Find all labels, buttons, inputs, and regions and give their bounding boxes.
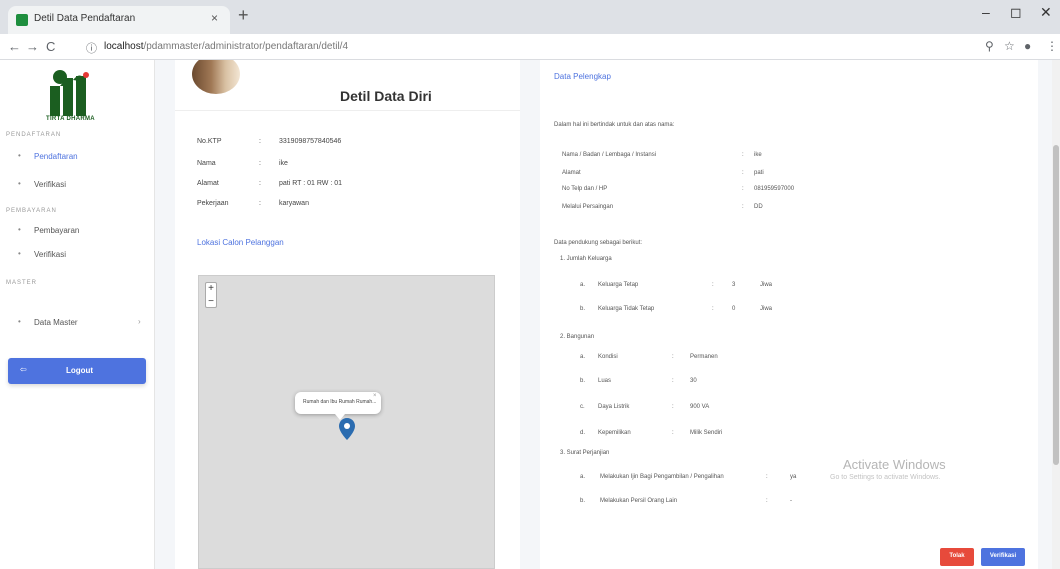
identity-row: Nama / Badan / Lembaga / Instansi: ike [562,152,762,158]
tab-close-icon[interactable]: × [211,11,218,25]
bullet-icon: • [18,225,21,234]
popup-close-icon[interactable]: × [373,393,377,399]
identity-row: Alamat: pati [562,170,764,176]
sidebar-heading-pembayaran: PEMBAYARAN [6,208,57,214]
browser-tab[interactable]: Detil Data Pendaftaran × [8,6,230,34]
section-family: 1. Jumlah Keluarga [560,256,612,262]
map-popup: Rumah dan Ibu Rumah Rumah... × [295,392,381,414]
bullet-icon: • [18,317,21,326]
browser-tab-bar: Detil Data Pendaftaran × + – ◻ ✕ [0,0,1060,34]
popup-text: Rumah dan Ibu Rumah Rumah... [303,399,377,405]
family-row: b. Keluarga Tidak Tetap:0 Jiwa [580,306,773,312]
avatar [192,60,240,94]
sidebar-item-label: Verifikasi [34,180,67,189]
sidebar-item-data-master[interactable]: • Data Master › [0,312,154,334]
logo-text: TIRTA DHARMA [46,116,95,122]
profile-icon[interactable]: ● [1024,39,1031,53]
reload-icon[interactable]: C [46,39,55,54]
back-icon[interactable]: ← [8,39,21,54]
agreement-row: b. Melakukan Persil Orang Lain: - [580,498,792,504]
bullet-icon: • [18,249,21,258]
close-window-icon[interactable]: ✕ [1040,4,1052,21]
support-intro: Data pendukung sebagai berikut: [554,240,643,246]
scrollbar-thumb[interactable] [1053,145,1059,465]
location-map[interactable]: + − Rumah dan Ibu Rumah Rumah... × [198,275,495,569]
page-title: Detil Data Diri [340,88,432,104]
sidebar-heading-pendaftaran: PENDAFTARAN [6,132,62,138]
map-zoom-control: + − [205,282,217,308]
logout-button[interactable]: ⇦ Logout [8,358,146,384]
agreement-row: a. Melakukan Ijin Bagi Pengambilan / Peng… [580,474,797,480]
sidebar-item-verifikasi-bayar[interactable]: • Verifikasi [0,244,154,266]
favicon-icon [16,14,28,26]
building-row: b. Luas:30 [580,378,697,384]
identity-row: No Telp dan / HP:081959597000 [562,186,795,192]
activate-windows-title: Activate Windows [843,457,946,472]
url-text: localhost/pdammaster/administrator/penda… [104,41,349,52]
verify-button[interactable]: Verifikasi [981,548,1025,566]
activate-windows-subtitle: Go to Settings to activate Windows. [830,474,941,481]
new-tab-button[interactable]: + [238,6,249,24]
building-row: c. Daya Listrik:900 VA [580,404,710,410]
tirta-dharma-logo [50,70,89,116]
building-row: d. Kepemilikan: Milik Sendiri [580,430,723,436]
maximize-icon[interactable]: ◻ [1010,4,1022,21]
bullet-icon: • [18,151,21,160]
supplementary-data-card: Data Pelengkap Dalam hal ini bertindak u… [540,60,1038,569]
sidebar-item-label: Pendaftaran [34,152,78,161]
section-agreement: 3. Surat Perjanjian [560,450,610,456]
forward-icon[interactable]: → [26,39,39,54]
sidebar-item-label: Verifikasi [34,250,67,259]
minimize-icon[interactable]: – [982,4,990,20]
browser-toolbar: ← → C ⓘ localhost/pdammaster/administrat… [0,34,1060,60]
sidebar-item-pembayaran[interactable]: • Pembayaran [0,220,154,242]
zoom-in-button[interactable]: + [206,283,216,295]
identity-row: Melalui Persaingan: DD [562,204,763,210]
logout-icon: ⇦ [20,365,27,374]
page-content: TIRTA DHARMA PENDAFTARAN • Pendaftaran •… [0,60,1060,569]
section-header: Data Pelengkap [554,72,611,81]
tab-title: Detil Data Pendaftaran [34,13,136,24]
address-bar[interactable]: ⓘ localhost/pdammaster/administrator/pen… [72,37,972,57]
reject-button[interactable]: Tolak [940,548,974,566]
divider [175,110,520,111]
family-row: a. Keluarga Tetap:3 Jiwa [580,282,773,288]
zoom-icon[interactable]: ⚲ [985,39,994,53]
bullet-icon: • [18,179,21,188]
sidebar-heading-master: MASTER [6,280,38,286]
building-row: a. Kondisi: Permanen [580,354,718,360]
section-building: 2. Bangunan [560,334,595,340]
browser-menu-icon[interactable]: ⋮ [1046,39,1058,53]
map-section-label: Lokasi Calon Pelanggan [197,238,284,247]
site-info-icon[interactable]: ⓘ [86,40,97,56]
zoom-out-button[interactable]: − [206,296,216,308]
sidebar-item-pendaftaran[interactable]: • Pendaftaran [0,146,154,168]
sidebar-item-label: Data Master [34,318,78,327]
personal-data-card: Detil Data Diri No.KTP:3319098757840546 … [175,60,520,569]
chevron-right-icon: › [138,317,141,326]
logout-label: Logout [66,366,94,375]
map-marker-icon[interactable] [339,418,355,440]
sidebar-item-verifikasi[interactable]: • Verifikasi [0,174,154,196]
bookmark-star-icon[interactable]: ☆ [1004,39,1015,53]
sidebar-item-label: Pembayaran [34,226,80,235]
sidebar: TIRTA DHARMA PENDAFTARAN • Pendaftaran •… [0,60,155,569]
intro-text: Dalam hal ini bertindak untuk dan atas n… [554,122,675,128]
